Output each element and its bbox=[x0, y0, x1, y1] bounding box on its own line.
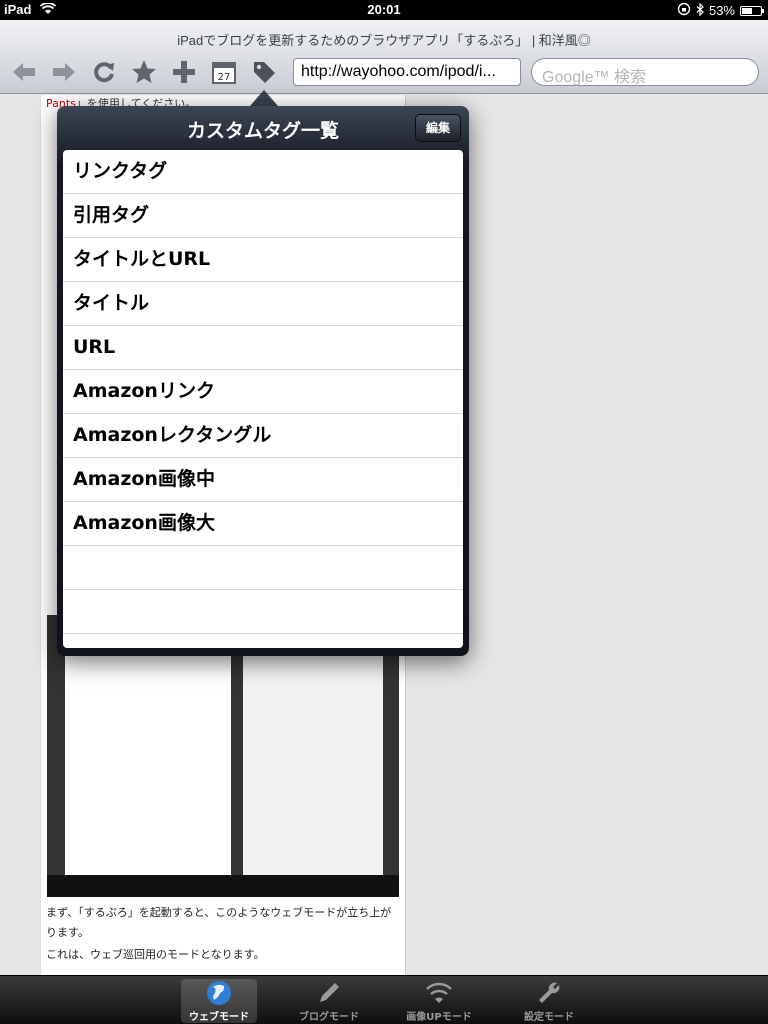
screenshot-right-pane bbox=[243, 635, 383, 875]
empty-row bbox=[63, 634, 463, 648]
custom-tag-item[interactable]: Amazonレクタングル bbox=[63, 414, 463, 458]
wrench-icon bbox=[511, 979, 587, 1007]
custom-tag-item[interactable]: リンクタグ bbox=[63, 150, 463, 194]
embedded-screenshot bbox=[47, 615, 399, 897]
screenshot-left-pane bbox=[65, 635, 231, 875]
empty-row bbox=[63, 590, 463, 634]
star-icon[interactable] bbox=[128, 56, 160, 88]
url-field[interactable]: http://wayohoo.com/ipod/i... bbox=[293, 58, 521, 86]
empty-row bbox=[63, 546, 463, 590]
tag-icon[interactable] bbox=[248, 56, 280, 88]
mode-tabbar: ウェブモード ブログモード 画像UPモード 設定モード bbox=[0, 975, 768, 1024]
tab-label: 画像UPモード bbox=[406, 1012, 472, 1023]
page-title: iPadでブログを更新するためのブラウザアプリ「するぷろ」 | 和洋風◎ bbox=[177, 33, 591, 48]
pencil-icon bbox=[291, 979, 367, 1007]
toolbar-buttons: 27 bbox=[8, 56, 280, 88]
calendar-day: 27 bbox=[218, 72, 231, 83]
custom-tags-popover: カスタムタグ一覧 編集 リンクタグ 引用タグ タイトルとURL タイトル URL Amaz… bbox=[57, 106, 469, 656]
custom-tag-list: リンクタグ 引用タグ タイトルとURL タイトル URL Amazonリンク Amazonレ… bbox=[63, 150, 463, 648]
add-icon[interactable] bbox=[168, 56, 200, 88]
wifi-icon bbox=[401, 979, 477, 1007]
tab-image-upload-mode[interactable]: 画像UPモード bbox=[401, 979, 477, 1023]
custom-tag-item[interactable]: Amazonリンク bbox=[63, 370, 463, 414]
popover-arrow bbox=[250, 90, 278, 106]
tab-label: ウェブモード bbox=[189, 1012, 249, 1023]
article-paragraph-2: これは、ウェブ巡回用のモードとなります。 bbox=[46, 948, 265, 961]
status-bar: iPad 20:01 53% bbox=[0, 0, 768, 20]
custom-tag-item[interactable]: Amazon画像大 bbox=[63, 502, 463, 546]
tab-blog-mode[interactable]: ブログモード bbox=[291, 979, 367, 1023]
screenshot-tabbar bbox=[47, 875, 399, 897]
forward-icon[interactable] bbox=[48, 56, 80, 88]
edit-button[interactable]: 編集 bbox=[415, 114, 461, 142]
tab-web-mode[interactable]: ウェブモード bbox=[181, 979, 257, 1023]
search-field[interactable]: Google™ 検索 bbox=[531, 58, 759, 86]
custom-tag-item[interactable]: タイトルとURL bbox=[63, 238, 463, 282]
tab-label: ブログモード bbox=[299, 1012, 359, 1023]
article-paragraph-1: まず、「するぷろ」を起動すると、このようなウェブモードが立ち上がります。 bbox=[46, 906, 392, 939]
custom-tag-item[interactable]: Amazon画像中 bbox=[63, 458, 463, 502]
reload-icon[interactable] bbox=[88, 56, 120, 88]
popover-title: カスタムタグ一覧 bbox=[186, 120, 339, 142]
tab-settings-mode[interactable]: 設定モード bbox=[511, 979, 587, 1023]
browser-toolbar: iPadでブログを更新するためのブラウザアプリ「するぷろ」 | 和洋風◎ 27 … bbox=[0, 20, 768, 94]
back-icon[interactable] bbox=[8, 56, 40, 88]
globe-icon bbox=[181, 979, 257, 1007]
battery-percent: 53% bbox=[708, 3, 735, 18]
clock: 20:01 bbox=[367, 2, 401, 17]
bluetooth-icon bbox=[696, 2, 704, 19]
status-right: 53% bbox=[677, 2, 764, 19]
page-margin-left bbox=[0, 95, 40, 975]
custom-tag-item[interactable]: URL bbox=[63, 326, 463, 370]
battery-icon bbox=[740, 5, 764, 16]
rotation-lock-icon bbox=[677, 2, 691, 19]
calendar-icon[interactable]: 27 bbox=[208, 56, 240, 88]
custom-tag-item[interactable]: タイトル bbox=[63, 282, 463, 326]
custom-tag-item[interactable]: 引用タグ bbox=[63, 194, 463, 238]
tab-label: 設定モード bbox=[524, 1012, 574, 1023]
